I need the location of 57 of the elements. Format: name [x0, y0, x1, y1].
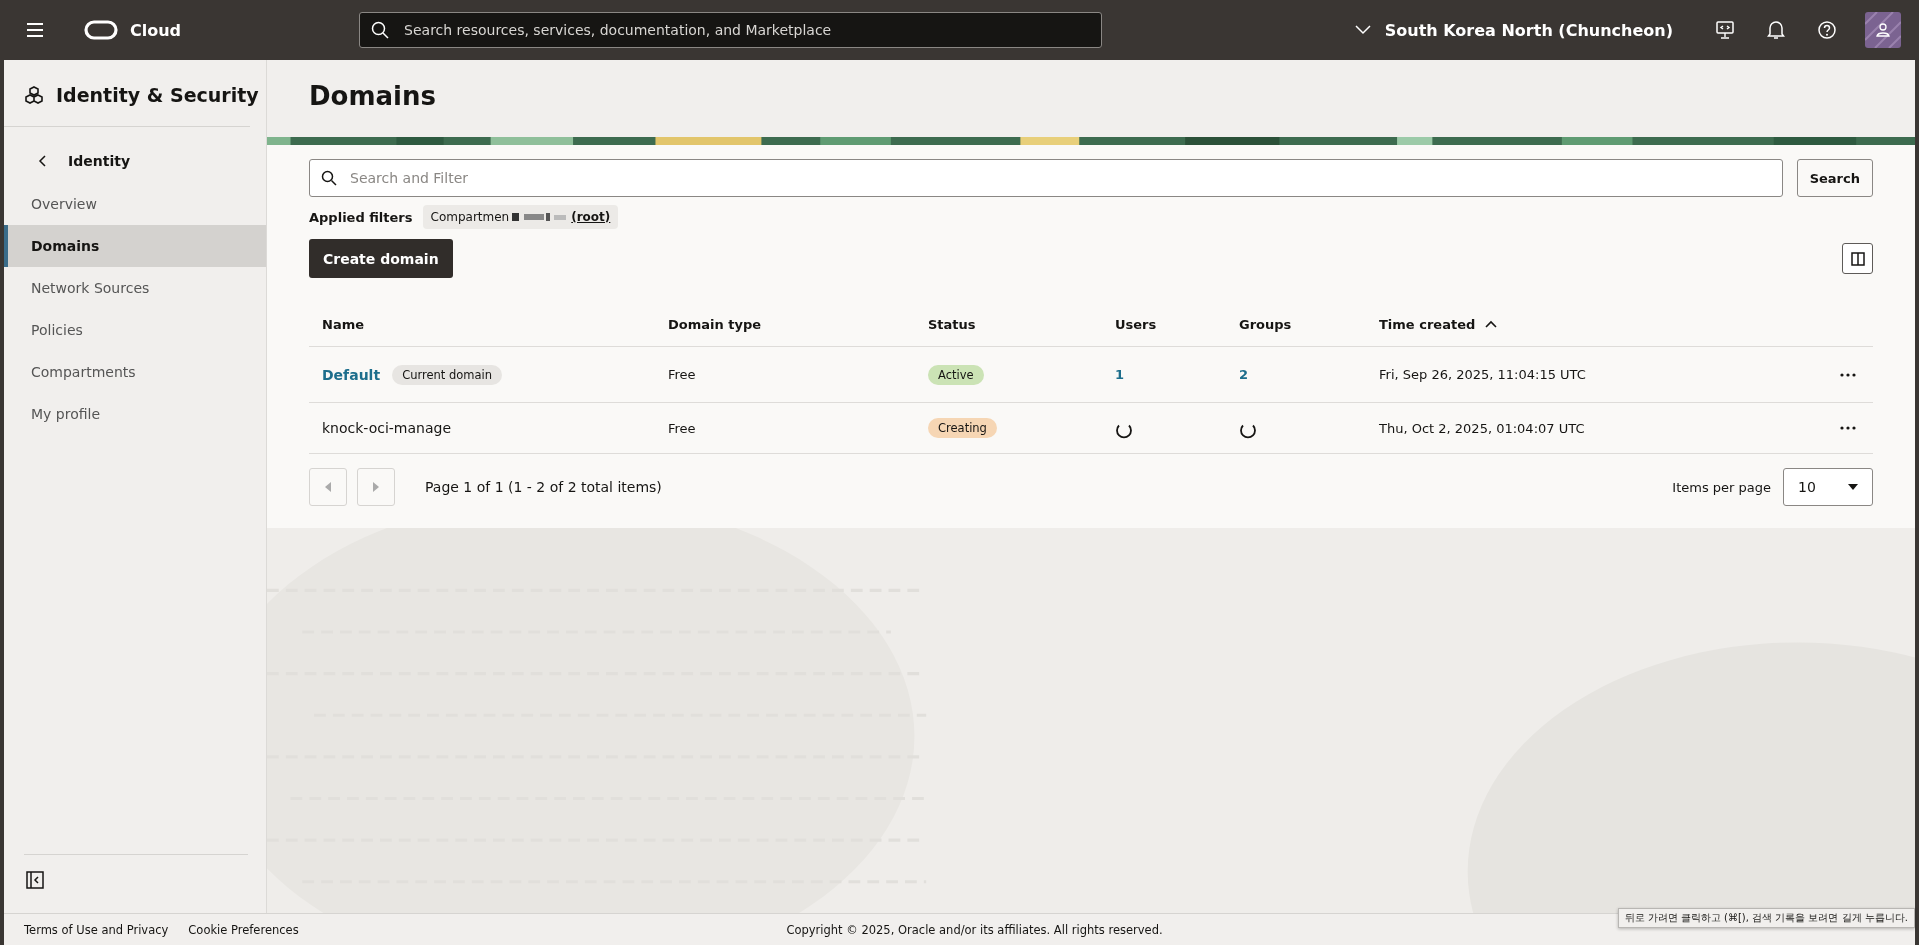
- copyright-text: Copyright © 2025, Oracle and/or its affiliates. All rights reserved.: [786, 922, 1163, 937]
- filter-chip-link[interactable]: (root): [571, 210, 611, 224]
- search-field[interactable]: Search resources, services, documentation, and Marketplace: [359, 12, 1103, 48]
- nav-item[interactable]: Policies: [4, 309, 266, 351]
- sort-ascending-icon[interactable]: [1485, 320, 1498, 328]
- tooltip: 뒤로 가려면 클릭하고 (⌘[), 검색 기록을 보려면 길게 누릅니다.: [1617, 908, 1915, 928]
- redacted-drawing: [512, 212, 569, 222]
- count-link[interactable]: 2: [1239, 367, 1249, 382]
- create-domain-button[interactable]: Create domain: [309, 239, 453, 278]
- search-icon: [371, 21, 390, 39]
- column-header[interactable]: Groups: [1239, 316, 1292, 332]
- sidebar-title: Identity & Security: [56, 84, 259, 106]
- current-domain-badge: Current domain: [392, 364, 503, 385]
- footer-link[interactable]: Terms of Use and Privacy: [24, 922, 169, 937]
- cubes-icon: [24, 86, 44, 104]
- caret-icon: [1354, 25, 1371, 35]
- triangle-right-icon: [373, 482, 379, 492]
- columns-icon[interactable]: [1842, 243, 1873, 274]
- page-title: Domains: [309, 80, 437, 112]
- triangle-left-icon: [325, 482, 331, 492]
- domain-link[interactable]: Default: [322, 366, 381, 383]
- avatar-icon[interactable]: [1865, 12, 1901, 48]
- search-icon: [321, 170, 337, 186]
- region-selector[interactable]: South Korea North (Chuncheon): [1348, 19, 1679, 41]
- filter-chip[interactable]: Compartmen (root): [422, 205, 619, 229]
- column-header[interactable]: Status: [928, 316, 976, 332]
- filter-field[interactable]: Search and Filter: [309, 159, 1783, 197]
- nav-item[interactable]: Domains: [4, 225, 266, 267]
- count-link[interactable]: 1: [1115, 367, 1125, 382]
- status-badge: Active: [928, 364, 984, 385]
- status-badge: Creating: [928, 418, 997, 438]
- items-per-page-select[interactable]: 10: [1783, 468, 1873, 506]
- column-header[interactable]: Domain type: [668, 316, 762, 332]
- domain-name: knock-oci-manage: [322, 420, 452, 436]
- column-header[interactable]: Time created: [1379, 316, 1476, 332]
- nav-item[interactable]: Overview: [4, 183, 266, 225]
- table-cell: Thu, Oct 2, 2025, 01:04:07 UTC: [1379, 420, 1585, 436]
- pagination-summary: Page 1 of 1 (1 - 2 of 2 total items): [425, 479, 662, 495]
- nav-item[interactable]: Network Sources: [4, 267, 266, 309]
- table-cell: Free: [668, 420, 696, 436]
- section-title[interactable]: Identity: [68, 153, 130, 169]
- back-icon[interactable]: [38, 154, 48, 168]
- column-header[interactable]: Users: [1115, 316, 1157, 332]
- nav-item[interactable]: Compartments: [4, 351, 266, 393]
- table-cell: Fri, Sep 26, 2025, 11:04:15 UTC: [1379, 367, 1586, 382]
- collapse-icon[interactable]: [26, 871, 44, 889]
- table-cell: Free: [668, 367, 696, 382]
- column-header[interactable]: Name: [322, 316, 364, 332]
- logo-icon[interactable]: [84, 20, 118, 40]
- search-button[interactable]: Search: [1796, 159, 1873, 197]
- items-per-page-label: Items per page: [1672, 479, 1771, 495]
- nav-item[interactable]: My profile: [4, 393, 266, 435]
- footer-link[interactable]: Cookie Preferences: [188, 922, 299, 937]
- filter-chip-label: Compartmen: [430, 210, 510, 224]
- applied-filters-label: Applied filters: [309, 209, 413, 225]
- caret-icon: [1848, 484, 1858, 490]
- brand-name[interactable]: Cloud: [130, 20, 182, 40]
